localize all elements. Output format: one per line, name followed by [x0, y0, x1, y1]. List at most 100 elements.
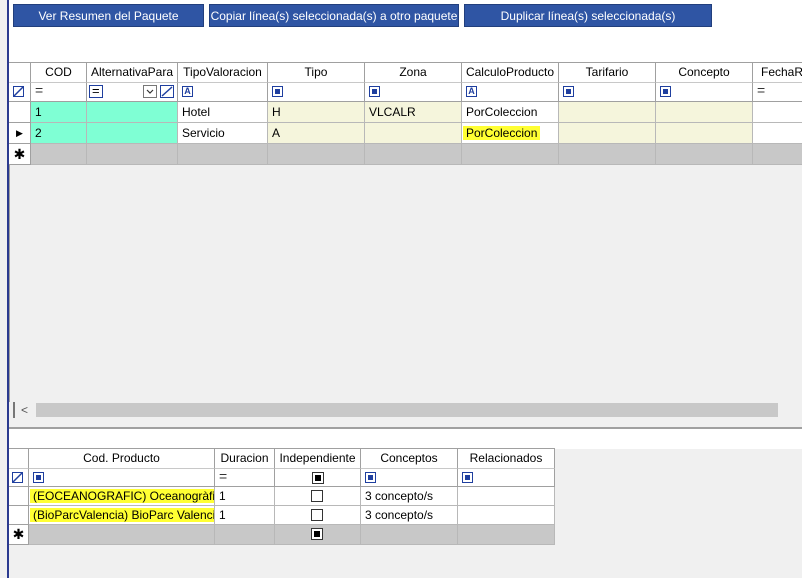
- cell-cod-producto[interactable]: (BioParcValencia) BioParc Valencia: [29, 506, 215, 525]
- filter-tipovaloracion[interactable]: A: [178, 83, 268, 102]
- new-row-cell[interactable]: [275, 525, 361, 545]
- filter-zona[interactable]: [365, 83, 462, 102]
- cell-conceptos[interactable]: 3 concepto/s: [361, 487, 458, 506]
- cell-tipo[interactable]: H: [268, 102, 365, 123]
- filter-calculoproducto[interactable]: A: [462, 83, 559, 102]
- equals-operator-icon[interactable]: =: [757, 83, 768, 97]
- col-header-calculoproducto[interactable]: CalculoProducto: [462, 63, 559, 83]
- cell-fechare[interactable]: [753, 102, 802, 123]
- filter-tipo[interactable]: [268, 83, 365, 102]
- col-header-tipovaloracion[interactable]: TipoValoracion: [178, 63, 268, 83]
- chevron-down-icon[interactable]: [143, 85, 157, 98]
- filter-fechare[interactable]: =: [753, 83, 802, 102]
- col-header-cod[interactable]: COD: [31, 63, 87, 83]
- cell-duracion[interactable]: 1: [215, 487, 275, 506]
- clear-filter-icon[interactable]: [13, 86, 24, 97]
- col-header-duracion[interactable]: Duracion: [215, 449, 275, 469]
- text-filter-icon[interactable]: A: [466, 86, 477, 97]
- cell-concepto[interactable]: [656, 102, 753, 123]
- filter-operator-icon[interactable]: [33, 472, 44, 483]
- cell-duracion[interactable]: 1: [215, 506, 275, 525]
- cell-cod[interactable]: 2: [31, 123, 87, 144]
- col-header-independiente[interactable]: Independiente: [275, 449, 361, 469]
- filter-duracion[interactable]: =: [215, 469, 275, 487]
- clear-filter-icon[interactable]: [160, 85, 174, 98]
- scrollbar-thumb[interactable]: [36, 403, 778, 417]
- filter-operator-icon[interactable]: [563, 86, 574, 97]
- detail-row-selector[interactable]: [9, 506, 29, 525]
- new-row-cell[interactable]: [178, 144, 268, 165]
- cell-independiente[interactable]: [275, 506, 361, 525]
- cell-concepto[interactable]: [656, 123, 753, 144]
- filter-tarifario[interactable]: [559, 83, 656, 102]
- cell-tipovaloracion[interactable]: Hotel: [178, 102, 268, 123]
- cell-fechare[interactable]: [753, 123, 802, 144]
- cell-tarifario[interactable]: [559, 102, 656, 123]
- equals-operator-icon[interactable]: =: [35, 83, 46, 97]
- cell-zona[interactable]: VLCALR: [365, 102, 462, 123]
- col-header-tipo[interactable]: Tipo: [268, 63, 365, 83]
- independiente-checkbox[interactable]: [311, 490, 323, 502]
- detail-row-selector[interactable]: [9, 487, 29, 506]
- col-header-zona[interactable]: Zona: [365, 63, 462, 83]
- equals-operator-icon[interactable]: =: [89, 83, 103, 98]
- col-header-relacionados[interactable]: Relacionados: [458, 449, 555, 469]
- filter-independiente[interactable]: [275, 469, 361, 487]
- equals-operator-icon[interactable]: =: [219, 469, 230, 483]
- col-header-fechare[interactable]: FechaRe: [753, 63, 802, 83]
- new-row-checkbox[interactable]: [311, 528, 323, 540]
- cell-alternativapara[interactable]: [87, 123, 178, 144]
- filter-concepto[interactable]: [656, 83, 753, 102]
- cell-tipo[interactable]: A: [268, 123, 365, 144]
- col-header-alternativapara[interactable]: AlternativaPara: [87, 63, 178, 83]
- col-header-concepto[interactable]: Concepto: [656, 63, 753, 83]
- new-row-selector[interactable]: ✱: [9, 144, 31, 165]
- new-row-cell[interactable]: [656, 144, 753, 165]
- new-row-cell[interactable]: [361, 525, 458, 545]
- new-row-cell[interactable]: [365, 144, 462, 165]
- copiar-lineas-button[interactable]: Copiar línea(s) seleccionada(s) a otro p…: [209, 4, 459, 27]
- detail-new-row-selector[interactable]: ✱: [9, 525, 29, 545]
- filter-checkbox[interactable]: [312, 472, 324, 484]
- new-row-cell[interactable]: [87, 144, 178, 165]
- cell-conceptos[interactable]: 3 concepto/s: [361, 506, 458, 525]
- filter-cod-producto[interactable]: [29, 469, 215, 487]
- filter-conceptos[interactable]: [361, 469, 458, 487]
- filter-alternativapara[interactable]: =: [87, 83, 178, 102]
- ver-resumen-button[interactable]: Ver Resumen del Paquete: [13, 4, 204, 27]
- filter-operator-icon[interactable]: [660, 86, 671, 97]
- cell-cod-producto[interactable]: (EOCEANOGRAFIC) Oceanogràfic: [29, 487, 215, 506]
- independiente-checkbox[interactable]: [311, 509, 323, 521]
- col-header-cod-producto[interactable]: Cod. Producto: [29, 449, 215, 469]
- new-row-cell[interactable]: [458, 525, 555, 545]
- cell-calculoproducto[interactable]: PorColeccion: [462, 102, 559, 123]
- new-row-cell[interactable]: [462, 144, 559, 165]
- row-selector[interactable]: ▶: [9, 123, 31, 144]
- new-row-cell[interactable]: [29, 525, 215, 545]
- filter-operator-icon[interactable]: [369, 86, 380, 97]
- col-header-conceptos[interactable]: Conceptos: [361, 449, 458, 469]
- cell-relacionados[interactable]: [458, 487, 555, 506]
- scroll-left-icon[interactable]: <: [21, 403, 28, 417]
- cell-cod[interactable]: 1: [31, 102, 87, 123]
- filter-relacionados[interactable]: [458, 469, 555, 487]
- filter-operator-icon[interactable]: [272, 86, 283, 97]
- cell-independiente[interactable]: [275, 487, 361, 506]
- cell-relacionados[interactable]: [458, 506, 555, 525]
- new-row-cell[interactable]: [31, 144, 87, 165]
- cell-calculoproducto[interactable]: PorColeccion: [462, 123, 559, 144]
- cell-tipovaloracion[interactable]: Servicio: [178, 123, 268, 144]
- col-header-tarifario[interactable]: Tarifario: [559, 63, 656, 83]
- filter-operator-icon[interactable]: [462, 472, 473, 483]
- text-filter-icon[interactable]: A: [182, 86, 193, 97]
- clear-filter-icon[interactable]: [12, 472, 23, 483]
- cell-alternativapara[interactable]: [87, 102, 178, 123]
- new-row-cell[interactable]: [268, 144, 365, 165]
- main-grid-hscrollbar[interactable]: <: [9, 402, 802, 418]
- new-row-cell[interactable]: [215, 525, 275, 545]
- new-row-cell[interactable]: [753, 144, 802, 165]
- cell-zona[interactable]: [365, 123, 462, 144]
- filter-cod[interactable]: =: [31, 83, 87, 102]
- duplicar-lineas-button[interactable]: Duplicar línea(s) seleccionada(s): [464, 4, 712, 27]
- row-selector[interactable]: [9, 102, 31, 123]
